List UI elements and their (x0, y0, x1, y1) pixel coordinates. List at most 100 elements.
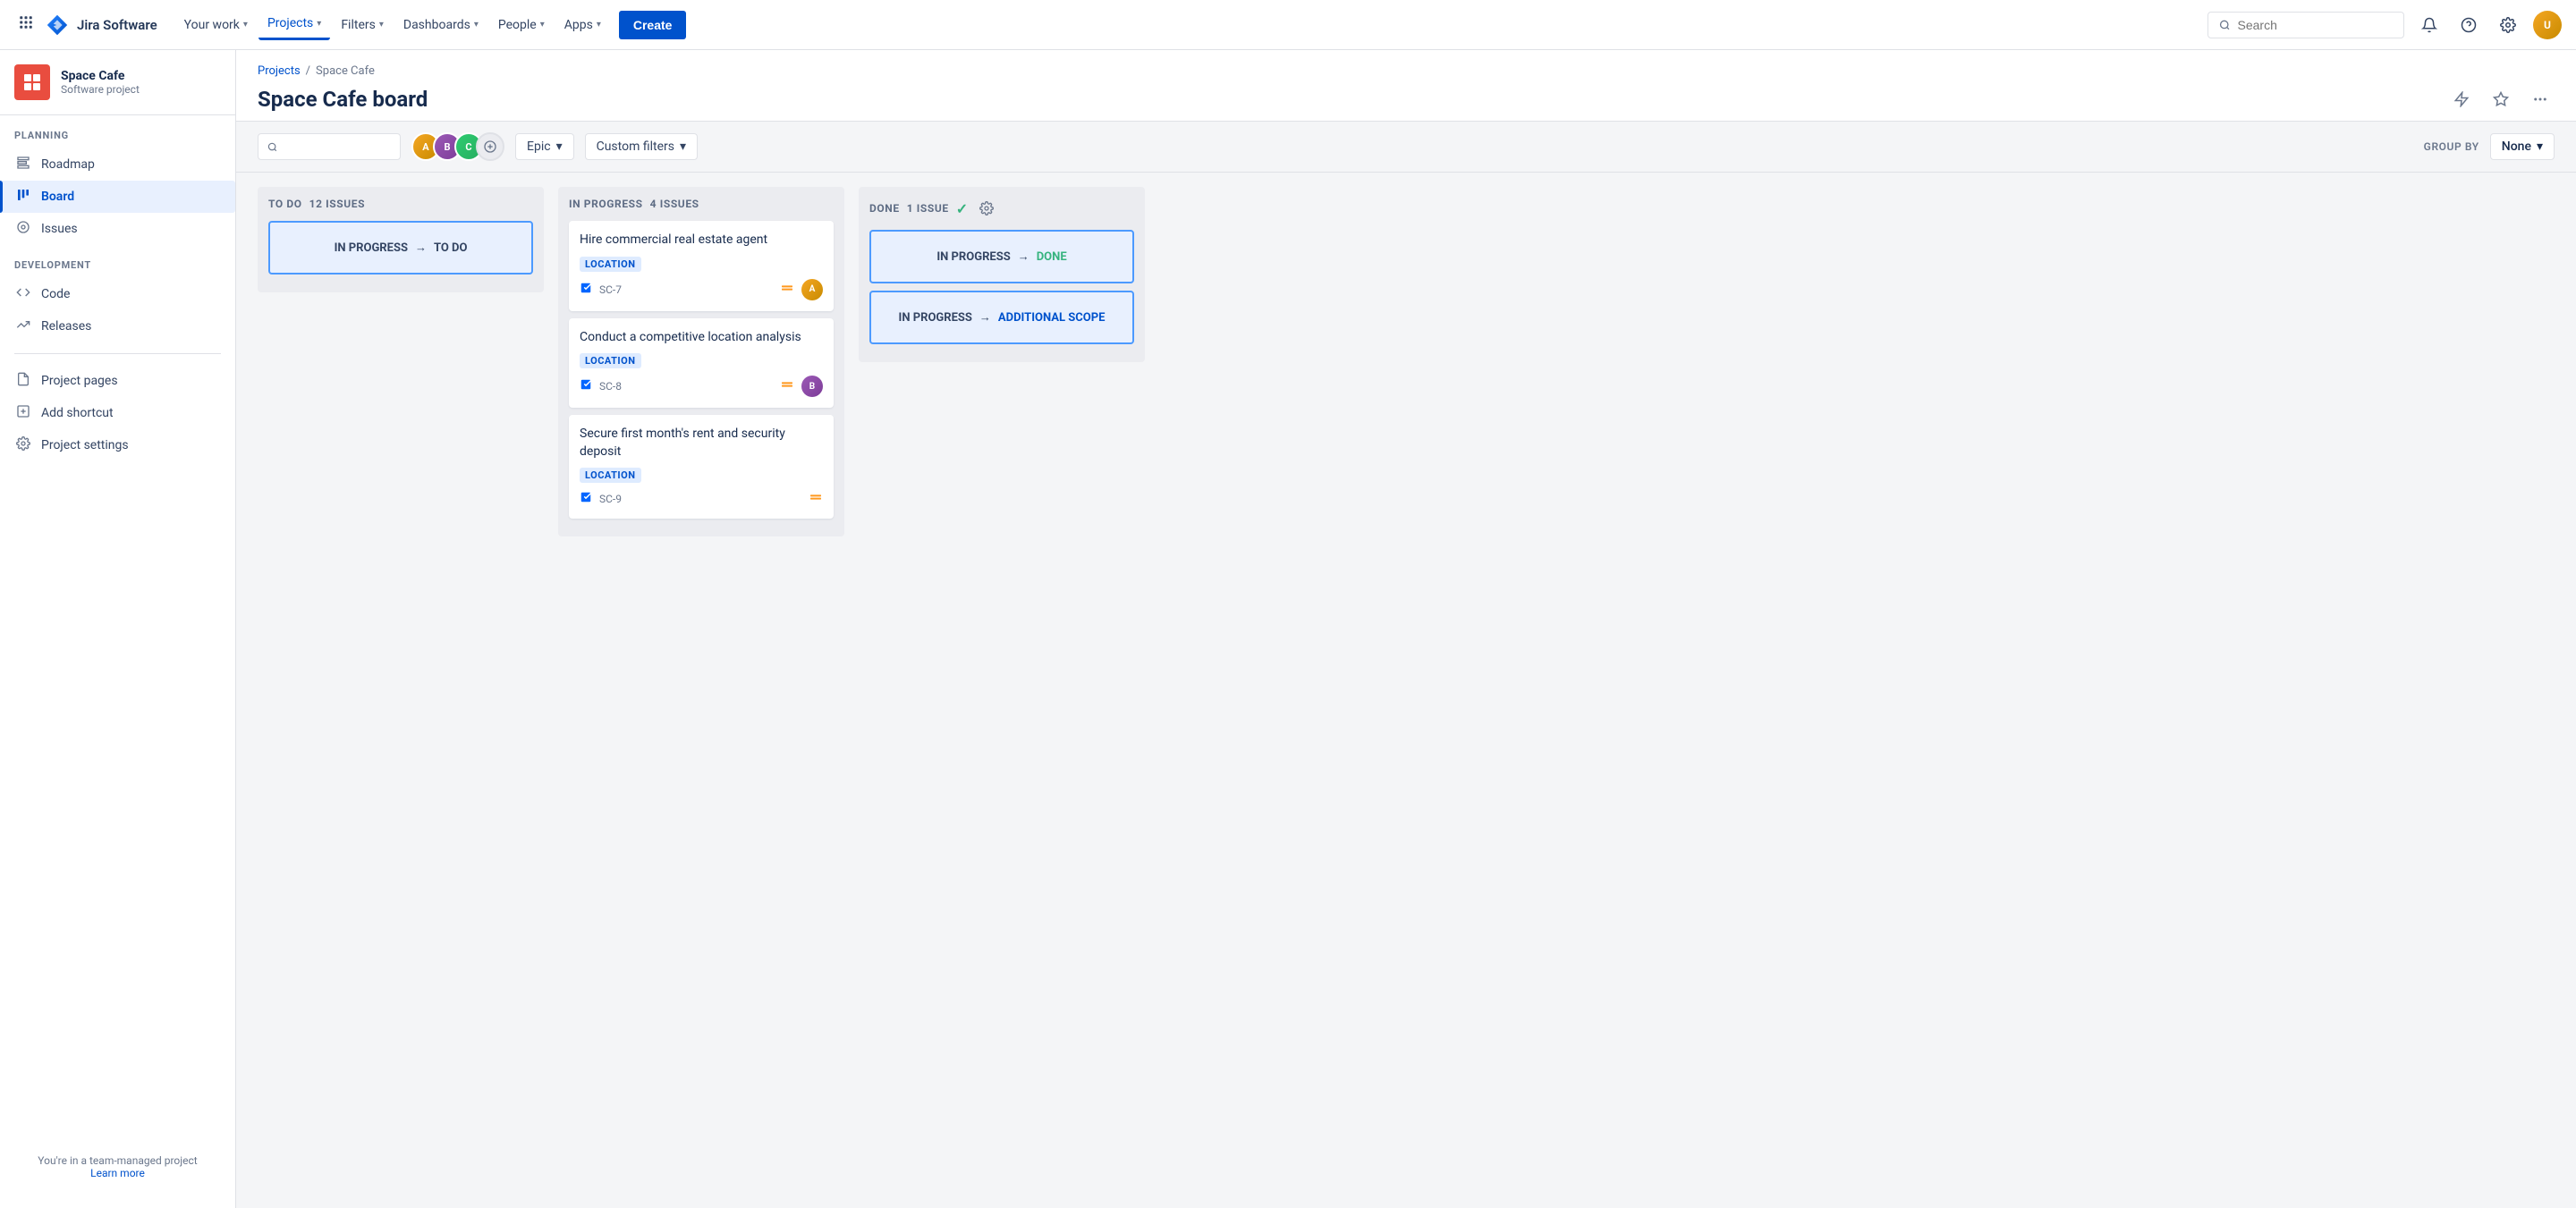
board-search-input[interactable] (284, 139, 391, 154)
sidebar-item-label: Issues (41, 222, 78, 236)
board-actions (2447, 85, 2555, 114)
sidebar-item-label: Add shortcut (41, 406, 114, 420)
project-type: Software project (61, 83, 140, 96)
board-search[interactable] (258, 133, 401, 160)
breadcrumb-projects[interactable]: Projects (258, 64, 301, 78)
search-box[interactable] (2207, 12, 2404, 38)
create-button[interactable]: Create (619, 11, 687, 39)
epic-filter-button[interactable]: Epic ▾ (515, 133, 574, 160)
breadcrumb-separator: / (306, 64, 310, 78)
board-toolbar: A B C Epic ▾ Custom filters ▾ GROUP BY N (236, 122, 2576, 173)
more-button[interactable] (2526, 85, 2555, 114)
issue-icon (580, 378, 592, 394)
nav-your-work[interactable]: Your work ▾ (175, 11, 257, 39)
avatar-filter-add[interactable] (476, 132, 504, 161)
card-title: Conduct a competitive location analysis (580, 329, 823, 347)
sidebar-footer: You're in a team-managed project Learn m… (0, 1140, 235, 1194)
main-header: Projects / Space Cafe Space Cafe board (236, 50, 2576, 122)
sidebar-divider (14, 353, 221, 354)
chevron-down-icon: ▾ (379, 20, 384, 30)
user-avatar[interactable]: U (2533, 11, 2562, 39)
settings-button[interactable] (2494, 11, 2522, 39)
card-label: LOCATION (580, 353, 641, 368)
card-label: LOCATION (580, 468, 641, 483)
sidebar-item-board[interactable]: Board (0, 181, 235, 213)
search-input[interactable] (2238, 18, 2393, 32)
column-todo-count: 12 ISSUES (309, 198, 366, 210)
avatar-filter: A B C (411, 132, 504, 161)
card-footer: SC-7 A (580, 279, 823, 300)
transition-arrow: → (1018, 249, 1030, 264)
settings-icon (14, 436, 32, 454)
transition-arrow: → (979, 310, 991, 325)
column-done-label: DONE (869, 202, 900, 215)
transition-to-label: DONE (1037, 250, 1067, 264)
transition-from-label: IN PROGRESS (335, 241, 408, 255)
nav-filters[interactable]: Filters ▾ (332, 11, 393, 39)
help-button[interactable] (2454, 11, 2483, 39)
column-todo-label: TO DO (268, 198, 302, 210)
code-icon (14, 285, 32, 303)
chevron-down-icon: ▾ (680, 139, 686, 154)
logo-text: Jira Software (77, 17, 157, 33)
releases-icon (14, 317, 32, 335)
main-content: Projects / Space Cafe Space Cafe board (236, 50, 2576, 1208)
nav-apps[interactable]: Apps ▾ (555, 11, 610, 39)
transition-from-label: IN PROGRESS (899, 311, 972, 325)
transition-to-label: TO DO (434, 241, 467, 255)
breadcrumb: Projects / Space Cafe (258, 64, 2555, 78)
roadmap-icon (14, 156, 32, 173)
column-settings-button[interactable] (976, 198, 997, 219)
transition-card-done[interactable]: IN PROGRESS → DONE (869, 230, 1134, 283)
nav-dashboards[interactable]: Dashboards ▾ (394, 11, 487, 39)
shortcut-icon (14, 404, 32, 422)
sidebar-item-code[interactable]: Code (0, 278, 235, 310)
nav-right-actions: U (2207, 11, 2562, 39)
sidebar-item-issues[interactable]: Issues (0, 213, 235, 245)
transition-arrow: → (415, 241, 427, 255)
logo[interactable]: Jira Software (45, 13, 157, 38)
chevron-down-icon: ▾ (2537, 139, 2543, 154)
notifications-button[interactable] (2415, 11, 2444, 39)
lightning-button[interactable] (2447, 85, 2476, 114)
sidebar-item-label: Releases (41, 319, 91, 334)
issue-id: SC-8 (599, 380, 622, 393)
nav-projects[interactable]: Projects ▾ (258, 9, 330, 40)
card-sc8[interactable]: Conduct a competitive location analysis … (569, 318, 834, 409)
priority-icon (809, 490, 823, 508)
sidebar-item-project-settings[interactable]: Project settings (0, 429, 235, 461)
board-columns: TO DO 12 ISSUES IN PROGRESS → TO DO IN P… (236, 173, 2576, 709)
sidebar: Space Cafe Software project PLANNING Roa… (0, 50, 236, 1208)
transition-card-todo[interactable]: IN PROGRESS → TO DO (268, 221, 533, 275)
board-icon (14, 188, 32, 206)
card-footer: SC-8 B (580, 376, 823, 397)
chevron-down-icon: ▾ (597, 20, 601, 30)
project-name: Space Cafe (61, 69, 140, 83)
issues-icon (14, 220, 32, 238)
issue-icon (580, 491, 592, 507)
sidebar-item-roadmap[interactable]: Roadmap (0, 148, 235, 181)
project-icon (14, 64, 50, 100)
group-by-select[interactable]: None ▾ (2490, 133, 2555, 160)
learn-more-link[interactable]: Learn more (90, 1167, 145, 1179)
sidebar-item-label: Project settings (41, 438, 129, 452)
card-avatar: A (801, 279, 823, 300)
custom-filters-button[interactable]: Custom filters ▾ (585, 133, 698, 160)
sidebar-project-header[interactable]: Space Cafe Software project (0, 50, 235, 115)
card-sc9[interactable]: Secure first month's rent and security d… (569, 415, 834, 519)
star-button[interactable] (2487, 85, 2515, 114)
chevron-down-icon: ▾ (243, 20, 248, 30)
check-icon: ✓ (956, 200, 969, 217)
sidebar-item-add-shortcut[interactable]: Add shortcut (0, 397, 235, 429)
sidebar-item-releases[interactable]: Releases (0, 310, 235, 342)
development-section-label: DEVELOPMENT (0, 245, 235, 278)
nav-people[interactable]: People ▾ (489, 11, 554, 39)
sidebar-item-label: Roadmap (41, 157, 95, 172)
group-by-label: GROUP BY (2424, 140, 2479, 153)
transition-card-additional-scope[interactable]: IN PROGRESS → ADDITIONAL SCOPE (869, 291, 1134, 344)
sidebar-item-project-pages[interactable]: Project pages (0, 365, 235, 397)
card-sc7[interactable]: Hire commercial real estate agent LOCATI… (569, 221, 834, 311)
column-todo: TO DO 12 ISSUES IN PROGRESS → TO DO (258, 187, 544, 292)
column-done: DONE 1 ISSUE ✓ IN PROGRESS → DONE (859, 187, 1145, 362)
grid-icon[interactable] (14, 11, 38, 38)
